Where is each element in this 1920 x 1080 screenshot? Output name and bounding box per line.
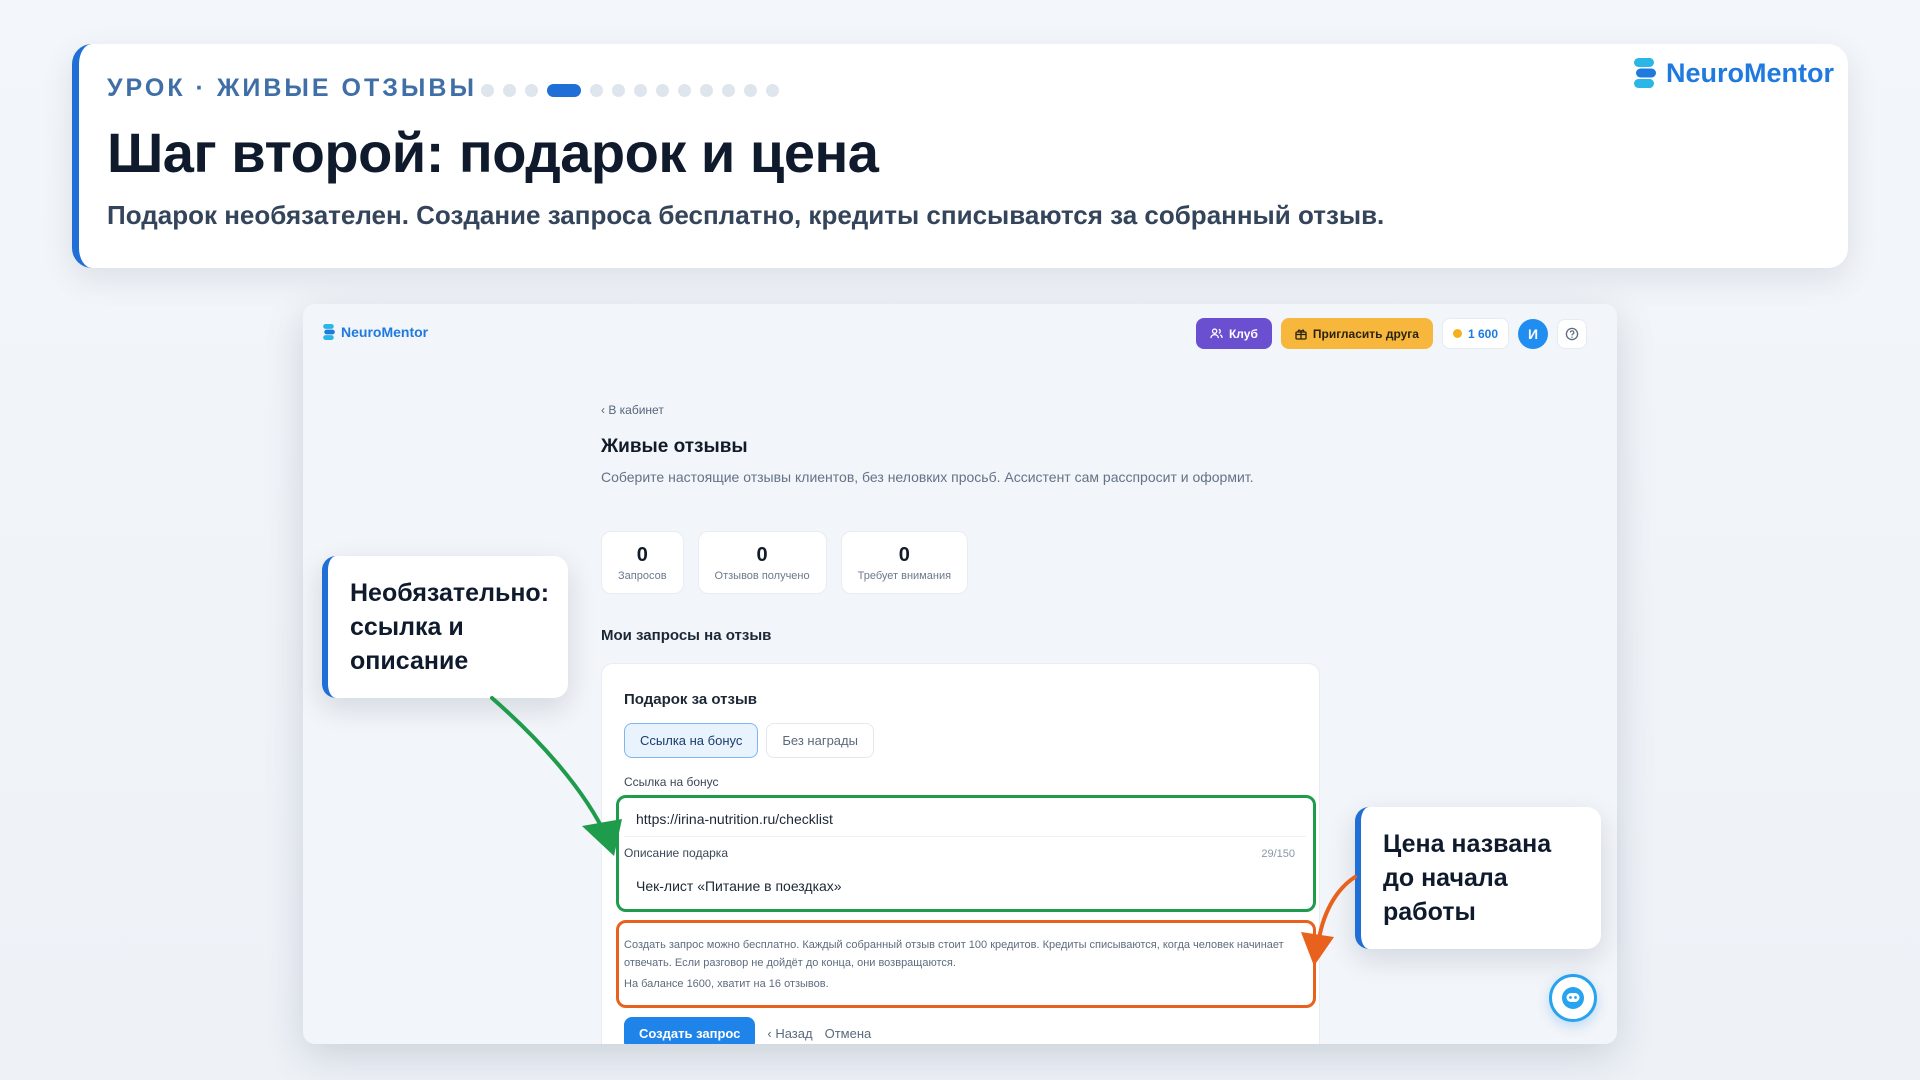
brand-logo: NeuroMentor	[1632, 56, 1834, 90]
lesson-subtitle: Подарок необязателен. Создание запроса б…	[107, 200, 1385, 230]
gift-description-input[interactable]: Чек-лист «Питание в поездках»	[624, 868, 1306, 904]
invite-label: Пригласить друга	[1312, 326, 1419, 341]
help-icon	[1565, 327, 1579, 340]
callout-line: Цена названа	[1383, 830, 1552, 858]
cancel-button[interactable]: Отмена	[825, 1026, 872, 1041]
callout-line: Необязательно:	[350, 579, 550, 607]
callout-optional-fields: Необязательно: ссылка и описание	[322, 556, 568, 698]
lesson-kicker: УРОК · ЖИВЫЕ ОТЗЫВЫ	[107, 74, 477, 102]
assistant-chat-button[interactable]	[1549, 974, 1597, 1022]
stat-value: 0	[636, 543, 648, 566]
progress-dot	[525, 84, 538, 97]
progress-dot	[678, 84, 691, 97]
help-button[interactable]	[1557, 318, 1587, 349]
progress-dot	[634, 84, 647, 97]
callout-line: описание	[350, 647, 469, 675]
stat-reviews-received: 0 Отзывов получено	[697, 531, 827, 594]
progress-dot	[722, 84, 735, 97]
progress-dot-active	[547, 84, 581, 97]
form-heading: Подарок за отзыв	[624, 691, 758, 708]
credit-balance-value: 1 600	[1467, 326, 1498, 341]
stat-needs-attention: 0 Требует внимания	[840, 531, 969, 594]
bonus-link-label: Ссылка на бонус	[624, 775, 719, 789]
progress-dot	[700, 84, 713, 97]
balance-info: На балансе 1600, хватит на 16 отзывов.	[624, 978, 829, 990]
create-request-button[interactable]: Создать запрос	[624, 1017, 756, 1044]
top-actions: Клуб Пригласить друга 1 600 И	[1195, 318, 1587, 349]
form-actions: Создать запрос ‹ Назад Отмена	[624, 1017, 871, 1044]
progress-dot	[503, 84, 516, 97]
reward-type-selector: Ссылка на бонус Без награды	[624, 723, 874, 758]
progress-dot	[766, 84, 779, 97]
progress-dot	[612, 84, 625, 97]
stat-label: Запросов	[618, 569, 667, 582]
app-logo-icon	[323, 324, 335, 340]
progress-dot	[590, 84, 603, 97]
stat-label: Отзывов получено	[714, 569, 810, 582]
section-title: Мои запросы на отзыв	[601, 627, 772, 644]
lesson-progress	[481, 84, 779, 97]
avatar-initial: И	[1527, 325, 1539, 342]
club-label: Клуб	[1228, 326, 1258, 341]
brand-logo-icon	[1634, 58, 1656, 88]
credit-balance[interactable]: 1 600	[1441, 318, 1509, 349]
stat-value: 0	[756, 543, 768, 566]
callout-price-disclosed: Цена названа до начала работы	[1355, 807, 1601, 949]
app-brand-logo[interactable]: NeuroMentor	[322, 323, 428, 341]
club-button[interactable]: Клуб	[1195, 318, 1272, 349]
callout-line: работы	[1383, 898, 1476, 926]
users-icon	[1210, 328, 1223, 339]
pricing-info: Создать запрос можно бесплатно. Каждый с…	[624, 939, 1284, 969]
app-brand-name: NeuroMentor	[341, 324, 429, 340]
stat-label: Требует внимания	[857, 569, 952, 582]
brand-name: NeuroMentor	[1666, 57, 1834, 88]
gift-char-counter: 29/150	[1261, 848, 1295, 860]
stat-value: 0	[898, 543, 910, 566]
segment-no-reward[interactable]: Без награды	[766, 723, 874, 758]
page-description: Соберите настоящие отзывы клиентов, без …	[601, 469, 1254, 485]
segment-bonus-link[interactable]: Ссылка на бонус	[624, 723, 759, 758]
user-avatar[interactable]: И	[1518, 318, 1548, 349]
callout-line: до начала	[1383, 864, 1508, 892]
back-to-cabinet-link[interactable]: ‹ В кабинет	[601, 403, 664, 417]
stat-requests: 0 Запросов	[601, 531, 684, 594]
progress-dot	[656, 84, 669, 97]
review-request-form: Подарок за отзыв Ссылка на бонус Без наг…	[601, 663, 1320, 1044]
gift-icon	[1295, 329, 1307, 340]
coin-icon	[1452, 329, 1462, 338]
stats-row: 0 Запросов 0 Отзывов получено 0 Требует …	[601, 531, 969, 594]
page-title: Живые отзывы	[601, 436, 748, 457]
bonus-link-input[interactable]: https://irina-nutrition.ru/checklist	[624, 801, 1306, 837]
callout-line: ссылка и	[350, 613, 464, 641]
progress-dot	[744, 84, 757, 97]
chat-bot-icon	[1562, 987, 1584, 1009]
progress-dot	[481, 84, 494, 97]
invite-friend-button[interactable]: Пригласить друга	[1280, 318, 1433, 349]
gift-description-label: Описание подарка	[624, 846, 728, 860]
back-button[interactable]: ‹ Назад	[767, 1026, 812, 1041]
lesson-title: Шаг второй: подарок и цена	[107, 121, 879, 184]
